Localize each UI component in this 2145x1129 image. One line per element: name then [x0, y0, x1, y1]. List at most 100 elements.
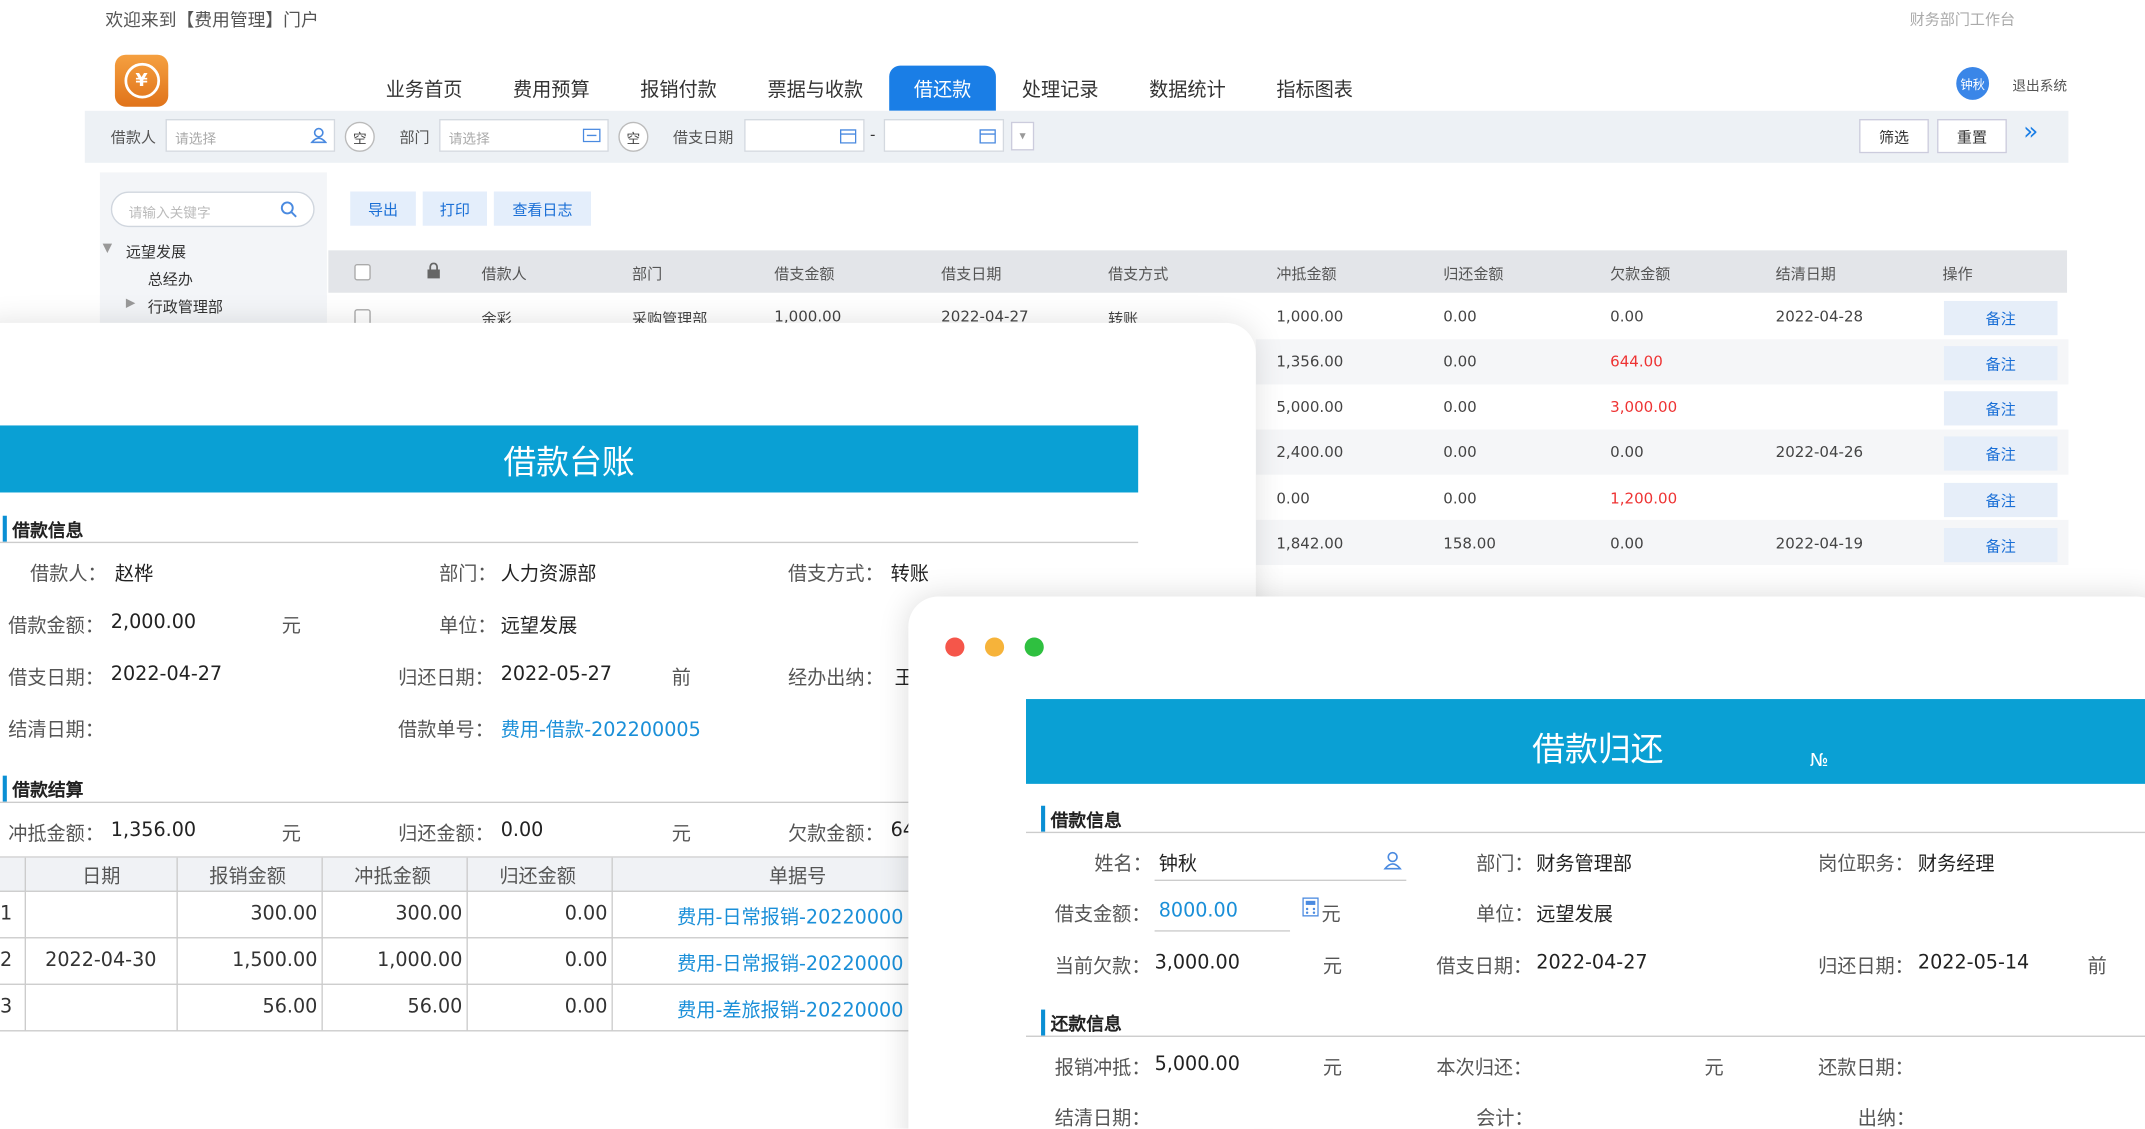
repay-date-label: 还款日期： — [1818, 1057, 1914, 1080]
nav-item-stats[interactable]: 数据统计 — [1133, 66, 1242, 111]
loan-no-label: 借款单号： — [398, 719, 494, 742]
yuan-unit: 元 — [1322, 1057, 1343, 1080]
grid-cell-reimb: 1,500.00 — [232, 949, 318, 972]
calculator-icon[interactable] — [1302, 897, 1319, 917]
yuan-coin-icon: ¥ — [123, 62, 160, 99]
app-logo: ¥ — [114, 54, 169, 107]
divider — [0, 1030, 931, 1032]
amount-field[interactable]: 8000.00 — [1154, 896, 1291, 932]
divider — [0, 801, 931, 804]
cell-settle-date: 2022-04-26 — [1775, 443, 1864, 462]
cell-offset: 5,000.00 — [1276, 398, 1344, 416]
cell-returned: 0.00 — [1443, 489, 1477, 508]
date-end-input[interactable] — [883, 119, 1005, 152]
note-button[interactable]: 备注 — [1943, 346, 2058, 381]
tree-caret-collapsed-icon[interactable]: ▶ — [126, 297, 135, 311]
logout-link[interactable]: 退出系统 — [2012, 74, 2067, 94]
note-button[interactable]: 备注 — [1943, 482, 2058, 518]
cell-offset: 2,400.00 — [1276, 443, 1344, 462]
grid-doc-link[interactable]: 费用-日常报销-20220000 — [677, 903, 910, 930]
tree-caret-expanded-icon[interactable]: ▼ — [103, 242, 112, 256]
clear-borrower-button[interactable]: 空 — [344, 121, 375, 152]
note-button[interactable]: 备注 — [1943, 436, 2058, 471]
repay-info-section-title: 借款信息 — [1041, 805, 1122, 832]
col-dept: 部门 — [632, 265, 663, 284]
grid-doc-link[interactable]: 费用-日常报销-20220000 — [677, 949, 910, 976]
post-label: 岗位职务： — [1818, 853, 1914, 876]
clear-dept-button[interactable]: 空 — [618, 121, 649, 152]
yuan-unit: 元 — [1322, 956, 1343, 979]
loan-no-link[interactable]: 费用-借款-202200005 — [501, 715, 701, 742]
filter-bar — [84, 110, 2069, 163]
user-icon — [310, 127, 327, 144]
nav-item-home[interactable]: 业务首页 — [369, 66, 478, 111]
divider — [1026, 831, 2145, 834]
window-maximize-dot[interactable] — [1024, 637, 1044, 657]
window-close-dot[interactable] — [945, 637, 965, 657]
view-log-button[interactable]: 查看日志 — [493, 191, 591, 226]
cell-offset: 0.00 — [1276, 489, 1310, 508]
cell-returned: 0.00 — [1443, 352, 1477, 371]
unit-value: 远望发展 — [500, 615, 578, 638]
select-all-checkbox[interactable] — [354, 264, 371, 281]
return-date-label: 归还日期： — [1818, 956, 1914, 979]
repay-section-title: 还款信息 — [1041, 1009, 1122, 1036]
repay-title: 借款归还 — [1532, 730, 1664, 769]
divider — [24, 857, 26, 1032]
grid-cell-offset: 56.00 — [407, 995, 463, 1018]
method-label: 借支方式： — [787, 563, 884, 586]
col-amount: 借支金额 — [774, 265, 835, 284]
sidebar-search-input[interactable]: 请输入关键字 — [110, 191, 315, 228]
grid-doc-link[interactable]: 费用-差旅报销-20220000 — [677, 996, 910, 1023]
grid-cell-returned: 0.00 — [564, 902, 608, 925]
this-return-label: 本次归还： — [1436, 1057, 1533, 1080]
nav-item-reimbursement[interactable]: 报销付款 — [624, 66, 733, 111]
tree-node-admin-dept[interactable]: 行政管理部 — [148, 295, 223, 317]
print-button[interactable]: 打印 — [422, 191, 488, 226]
search-icon — [280, 201, 297, 218]
date-filter-label: 借支日期 — [673, 128, 734, 147]
date-dropdown-arrow[interactable]: ▾ — [1010, 121, 1035, 151]
this-return-input[interactable] — [1536, 1048, 1693, 1081]
dept-filter-input[interactable]: 请选择 — [439, 119, 609, 152]
divider — [1026, 1035, 2145, 1037]
repay-title-banner: 借款归还 № — [1026, 699, 2145, 784]
method-value: 转账 — [890, 563, 929, 586]
borrower-filter-input[interactable]: 请选择 — [165, 119, 336, 152]
avatar[interactable]: 钟秋 — [1956, 67, 1990, 100]
name-field[interactable]: 钟秋 — [1154, 845, 1407, 881]
nav-item-invoices[interactable]: 票据与收款 — [751, 66, 880, 111]
cell-owed: 1,200.00 — [1610, 489, 1678, 508]
expand-icon[interactable]: » — [2023, 118, 2038, 147]
user-icon[interactable] — [1383, 851, 1402, 870]
reset-button[interactable]: 重置 — [1937, 119, 2007, 154]
note-button[interactable]: 备注 — [1943, 391, 2058, 426]
ledger-settle-section-title: 借款结算 — [2, 775, 83, 802]
window-minimize-dot[interactable] — [984, 637, 1005, 657]
nav-item-records[interactable]: 处理记录 — [1005, 66, 1114, 111]
borrower-label: 借款人： — [30, 563, 107, 586]
cell-returned: 0.00 — [1443, 307, 1477, 326]
tree-node-general-office[interactable]: 总经办 — [148, 268, 193, 290]
dept-filter-label: 部门 — [399, 128, 430, 147]
yuan-unit: 元 — [671, 823, 691, 846]
date-start-input[interactable] — [744, 119, 865, 152]
nav-item-budget[interactable]: 费用预算 — [497, 66, 606, 111]
cashier-label: 出纳： — [1857, 1108, 1916, 1129]
nav-item-loans[interactable]: 借还款 — [889, 65, 996, 111]
borrower-value: 赵桦 — [114, 563, 154, 586]
cell-offset: 1,356.00 — [1276, 352, 1344, 371]
unit-label: 单位： — [439, 615, 497, 638]
filter-button[interactable]: 筛选 — [1859, 119, 1929, 154]
nav-item-charts[interactable]: 指标图表 — [1260, 66, 1369, 111]
export-button[interactable]: 导出 — [350, 191, 416, 226]
note-button[interactable]: 备注 — [1943, 528, 2058, 563]
col-offset: 冲抵金额 — [1276, 265, 1337, 284]
unit-label: 单位： — [1476, 904, 1534, 927]
returned-value: 0.00 — [500, 819, 544, 842]
col-borrower: 借款人 — [481, 265, 527, 284]
tree-node-root[interactable]: 远望发展 — [126, 241, 186, 263]
col-owed: 欠款金额 — [1610, 265, 1671, 284]
note-button[interactable]: 备注 — [1943, 300, 2058, 336]
divider — [0, 983, 931, 985]
